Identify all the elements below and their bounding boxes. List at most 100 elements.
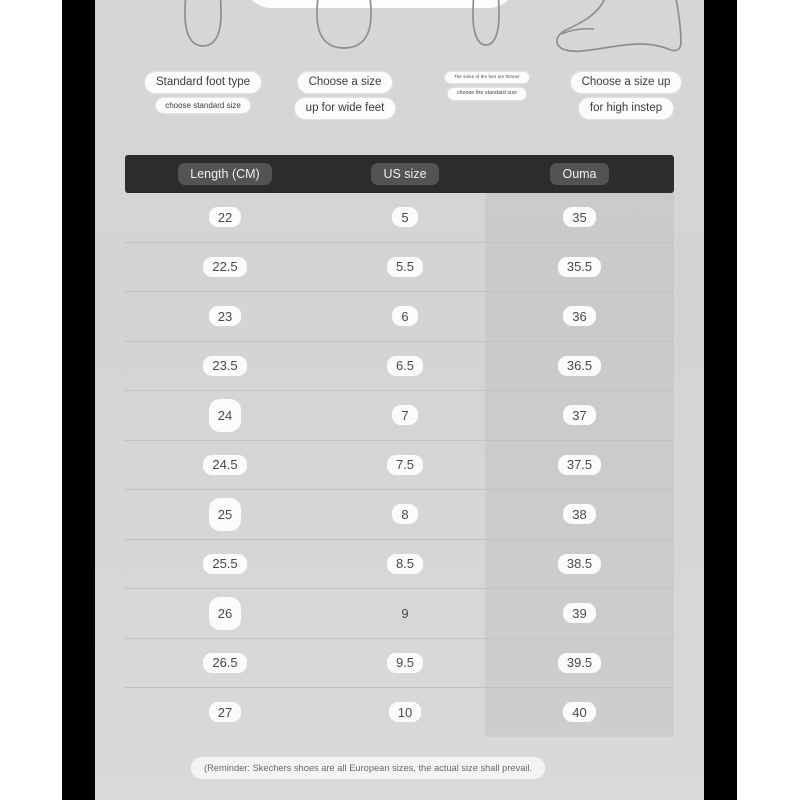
size-table: Length (CM) US size Ouma 22 5 35 22.5 5.5 35.… — [125, 155, 674, 737]
cell-value: 38 — [563, 504, 596, 525]
table-cell: 9.5 — [325, 652, 485, 673]
cell-value: 36 — [563, 306, 596, 327]
table-cell: 35.5 — [485, 256, 674, 277]
foot-outline-standard-icon — [157, 0, 249, 67]
table-cell: 25.5 — [125, 553, 325, 574]
foot-guide-line1: Choose a size — [297, 72, 393, 94]
cell-value: 22.5 — [203, 256, 247, 277]
table-cell: 35 — [485, 207, 674, 228]
cell-value: 25 — [208, 497, 242, 531]
cell-value: 8.5 — [386, 553, 424, 574]
table-row: 24.5 7.5 37.5 — [125, 441, 674, 490]
cell-value: 9.5 — [386, 652, 424, 673]
cell-value: 36.5 — [557, 355, 602, 376]
table-cell: 9 — [325, 603, 485, 623]
foot-guide-labels-3: Choose a size up for high instep — [556, 72, 696, 120]
cell-value: 6.5 — [386, 355, 424, 376]
cell-value: 9 — [401, 605, 409, 621]
foot-guide-line2: up for wide feet — [294, 98, 396, 120]
table-row: 25 8 38 — [125, 490, 674, 540]
cell-value: 40 — [563, 702, 596, 723]
foot-profile-high-instep-icon — [550, 0, 700, 67]
cell-value: 24 — [208, 398, 242, 432]
column-header-label: US size — [371, 163, 439, 185]
foot-outline-wide-icon — [298, 0, 390, 67]
footer-reminder-text: (Reminder: Skechers shoes are all Europe… — [191, 757, 546, 779]
cell-value: 39 — [563, 603, 596, 624]
cell-value: 26.5 — [203, 652, 247, 673]
table-cell: 8.5 — [325, 553, 485, 574]
table-cell: 5 — [325, 207, 485, 228]
foot-guide-group: Standard foot type choose standard size … — [95, 0, 704, 135]
table-cell: 39 — [485, 603, 674, 624]
cell-value: 37.5 — [557, 454, 602, 475]
table-row: 23 6 36 — [125, 292, 674, 342]
size-table-body: 22 5 35 22.5 5.5 35.5 23 6 36 23.5 6.5 36.5 24 7 37 24.… — [125, 193, 674, 737]
table-cell: 8 — [325, 504, 485, 525]
cell-value: 35.5 — [557, 256, 602, 277]
size-table-header: Length (CM) US size Ouma — [125, 155, 674, 193]
table-cell: 23 — [125, 306, 325, 327]
column-header-length: Length (CM) — [125, 163, 325, 185]
table-cell: 36.5 — [485, 355, 674, 376]
table-row: 25.5 8.5 38.5 — [125, 540, 674, 589]
cell-value: 6 — [392, 306, 418, 327]
foot-guide-labels-0: Standard foot type choose standard size — [133, 72, 273, 114]
cell-value: 5.5 — [386, 256, 424, 277]
table-row: 22.5 5.5 35.5 — [125, 243, 674, 292]
foot-guide-line2: choose the standard size — [447, 87, 527, 100]
content-panel: Standard foot type choose standard size … — [95, 0, 704, 800]
table-cell: 22.5 — [125, 256, 325, 277]
cell-value: 39.5 — [557, 652, 602, 673]
cell-value: 5 — [392, 207, 418, 228]
left-black-bar — [62, 0, 95, 800]
cell-value: 23 — [208, 306, 242, 327]
foot-guide-labels-2: The soles of the feet are thinner choose… — [417, 72, 557, 100]
table-row: 24 7 37 — [125, 391, 674, 441]
cell-value: 37 — [563, 405, 596, 426]
table-cell: 5.5 — [325, 256, 485, 277]
column-header-us-size: US size — [325, 163, 485, 185]
column-header-label: Length (CM) — [178, 163, 272, 185]
table-cell: 40 — [485, 702, 674, 723]
cell-value: 35 — [563, 207, 596, 228]
table-cell: 10 — [325, 702, 485, 723]
footer-reminder: (Reminder: Skechers shoes are all Europe… — [191, 757, 546, 779]
cell-value: 7.5 — [386, 454, 424, 475]
cell-value: 24.5 — [203, 454, 247, 475]
table-cell: 7 — [325, 405, 485, 426]
table-cell: 39.5 — [485, 652, 674, 673]
column-header-label: Ouma — [550, 163, 609, 185]
cell-value: 25.5 — [203, 553, 247, 574]
foot-guide-labels-1: Choose a size up for wide feet — [275, 72, 415, 120]
cell-value: 27 — [208, 702, 242, 723]
table-cell: 37.5 — [485, 454, 674, 475]
table-cell: 22 — [125, 207, 325, 228]
foot-guide-line1: The soles of the feet are thinner — [445, 72, 529, 83]
table-cell: 25 — [125, 497, 325, 531]
table-cell: 6.5 — [325, 355, 485, 376]
table-cell: 36 — [485, 306, 674, 327]
column-header-ouma: Ouma — [485, 163, 674, 185]
cell-value: 10 — [388, 702, 422, 723]
foot-guide-line1: Choose a size up — [570, 72, 682, 94]
table-row: 26.5 9.5 39.5 — [125, 639, 674, 688]
table-cell: 24.5 — [125, 454, 325, 475]
table-cell: 6 — [325, 306, 485, 327]
size-chart-page: Standard foot type choose standard size … — [0, 0, 800, 800]
cell-value: 38.5 — [557, 553, 602, 574]
table-cell: 23.5 — [125, 355, 325, 376]
table-row: 26 9 39 — [125, 589, 674, 639]
foot-guide-line2: for high instep — [578, 98, 674, 120]
table-cell: 24 — [125, 398, 325, 432]
cell-value: 8 — [392, 504, 418, 525]
table-row: 23.5 6.5 36.5 — [125, 342, 674, 391]
table-cell: 37 — [485, 405, 674, 426]
foot-guide-line2: choose standard size — [156, 98, 250, 114]
table-cell: 7.5 — [325, 454, 485, 475]
cell-value: 26 — [208, 596, 242, 630]
table-cell: 26 — [125, 596, 325, 630]
table-cell: 38 — [485, 504, 674, 525]
cell-value: 23.5 — [203, 355, 247, 376]
foot-outline-thin-icon — [440, 0, 532, 67]
